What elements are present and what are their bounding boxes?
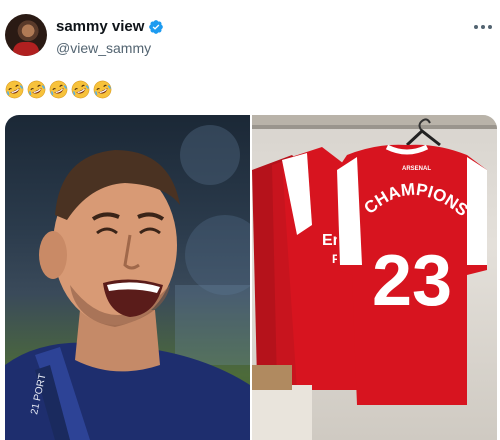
smiling-footballer-illustration: 21 PORT [5, 125, 250, 440]
more-horizontal-icon[interactable] [472, 20, 494, 34]
rolling-on-floor-laughing-icon [27, 80, 46, 99]
tweet-text [5, 80, 112, 99]
verified-badge-icon [149, 19, 164, 34]
tweet-media-grid: 21 PORT Em F ARSENAL CHAMPIONS 23 [5, 115, 497, 440]
author-display-name[interactable]: sammy view [56, 18, 144, 35]
author-handle[interactable]: @view_sammy [56, 40, 151, 56]
rolling-on-floor-laughing-icon [5, 80, 24, 99]
avatar-shirt [13, 42, 39, 56]
jersey-number-text: 23 [372, 241, 452, 321]
author-avatar[interactable] [5, 14, 47, 56]
rolling-on-floor-laughing-icon [71, 80, 90, 99]
author-name-row: sammy view [56, 18, 164, 35]
rolling-on-floor-laughing-icon [49, 80, 68, 99]
rolling-on-floor-laughing-icon [93, 80, 112, 99]
media-photo-right[interactable]: Em F ARSENAL CHAMPIONS 23 [252, 115, 497, 440]
media-photo-left[interactable]: 21 PORT [5, 115, 250, 440]
jersey-club-text: ARSENAL [402, 166, 431, 172]
arsenal-shirts-illustration: Em F ARSENAL CHAMPIONS 23 [252, 115, 497, 440]
